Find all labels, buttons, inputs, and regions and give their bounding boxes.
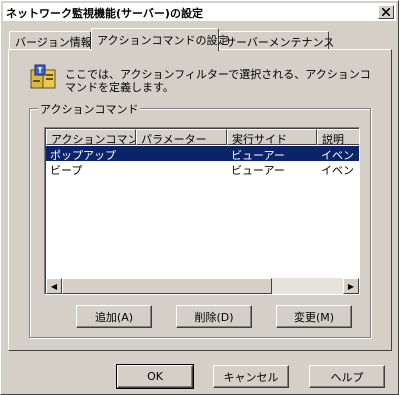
title-bar[interactable]: ネットワーク監視機能(サーバー)の設定	[3, 3, 396, 21]
group-label: アクションコマンド	[38, 101, 141, 117]
action-command-group: アクションコマンド アクションコマンド パラメーター 実行サイド 説明 ポップア…	[29, 101, 371, 338]
window-title: ネットワーク監視機能(サーバー)の設定	[6, 7, 203, 20]
settings-dialog: ネットワーク監視機能(サーバー)の設定 バージョン情報 アクションコマンドの設定…	[0, 0, 399, 395]
cell-description: イベン	[321, 149, 354, 161]
cell-action-command: ポップアップ	[50, 149, 116, 161]
help-button-label: ヘルプ	[330, 370, 364, 384]
close-icon	[382, 8, 390, 16]
tab-strip: バージョン情報 アクションコマンドの設定 サーバーメンテナンス	[9, 28, 389, 51]
help-button[interactable]: ヘルプ	[309, 365, 385, 388]
action-command-list[interactable]: アクションコマンド パラメーター 実行サイド 説明 ポップアップ ビューアー イ…	[44, 127, 360, 295]
scroll-left-button[interactable]: ◀	[46, 278, 62, 294]
column-header-parameter[interactable]: パラメーター	[136, 129, 227, 145]
column-header-execution-side[interactable]: 実行サイド	[227, 129, 317, 145]
cancel-button-label: キャンセル	[223, 370, 279, 384]
close-button[interactable]	[378, 5, 394, 19]
modify-button-label: 変更(M)	[293, 310, 335, 324]
ok-button-label: OK	[147, 370, 163, 383]
cell-execution-side: ビューアー	[231, 164, 285, 176]
add-button[interactable]: 追加(A)	[76, 305, 152, 328]
modify-button[interactable]: 変更(M)	[276, 305, 352, 328]
delete-button-label: 削除(D)	[194, 310, 234, 324]
scroll-right-icon: ▶	[347, 281, 355, 291]
tab-server-maintenance[interactable]: サーバーメンテナンス	[219, 31, 334, 50]
horizontal-scrollbar[interactable]: ◀ ▶	[46, 278, 359, 294]
list-header: アクションコマンド パラメーター 実行サイド 説明	[46, 129, 359, 145]
list-row[interactable]: ポップアップ ビューアー イベン	[46, 146, 359, 161]
description-text: ここでは、アクションフィルターで選択される、アクションコマンドを定義します。	[65, 68, 371, 94]
cancel-button[interactable]: キャンセル	[213, 365, 289, 388]
cell-parameter	[136, 146, 227, 161]
info-book-icon	[30, 64, 56, 89]
cell-action-command: ビープ	[50, 164, 83, 176]
ok-button[interactable]: OK	[116, 364, 194, 389]
scroll-right-button[interactable]: ▶	[343, 278, 359, 294]
scroll-thumb[interactable]	[62, 278, 272, 294]
tab-panel: ここでは、アクションフィルターで選択される、アクションコマンドを定義します。 ア…	[8, 49, 392, 351]
tab-label: バージョン情報	[15, 36, 92, 49]
tab-label: サーバーメンテナンス	[225, 36, 335, 49]
tab-label: アクションコマンドの設定	[97, 34, 229, 47]
tab-version-info[interactable]: バージョン情報	[9, 31, 92, 50]
add-button-label: 追加(A)	[94, 310, 134, 324]
column-header-description[interactable]: 説明	[317, 129, 359, 145]
column-header-action-command[interactable]: アクションコマンド	[46, 129, 136, 145]
delete-button[interactable]: 削除(D)	[176, 305, 252, 328]
tab-action-command-settings[interactable]: アクションコマンドの設定	[91, 28, 228, 51]
cell-execution-side: ビューアー	[231, 149, 285, 161]
cell-description: イベン	[321, 164, 354, 176]
list-row[interactable]: ビープ ビューアー イベン	[46, 161, 359, 176]
cell-parameter	[136, 161, 227, 176]
scroll-left-icon: ◀	[50, 281, 58, 291]
